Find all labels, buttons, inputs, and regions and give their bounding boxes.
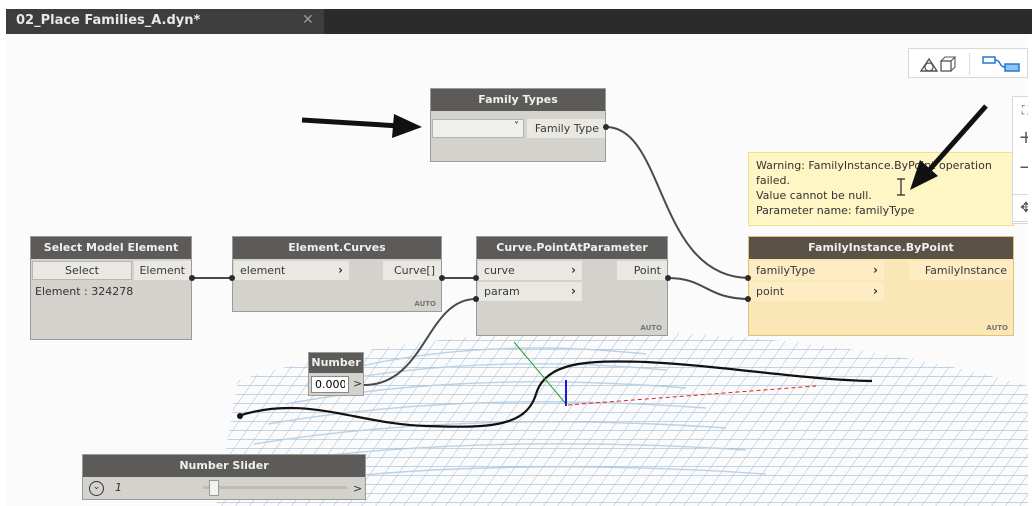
file-tab-title: 02_Place Families_A.dyn*	[16, 13, 201, 28]
file-tab[interactable]: 02_Place Families_A.dyn* ✕	[6, 9, 324, 34]
graph-canvas[interactable]: Family Types ˅ Family Type Select Model …	[6, 34, 1028, 506]
tab-bar: 02_Place Families_A.dyn* ✕	[0, 0, 1034, 34]
arrow-right-icon	[910, 104, 988, 190]
text-cursor-icon	[897, 178, 905, 196]
arrow-left-icon	[301, 114, 422, 138]
annotation-arrows	[301, 104, 988, 196]
close-tab-icon[interactable]: ✕	[302, 12, 314, 28]
